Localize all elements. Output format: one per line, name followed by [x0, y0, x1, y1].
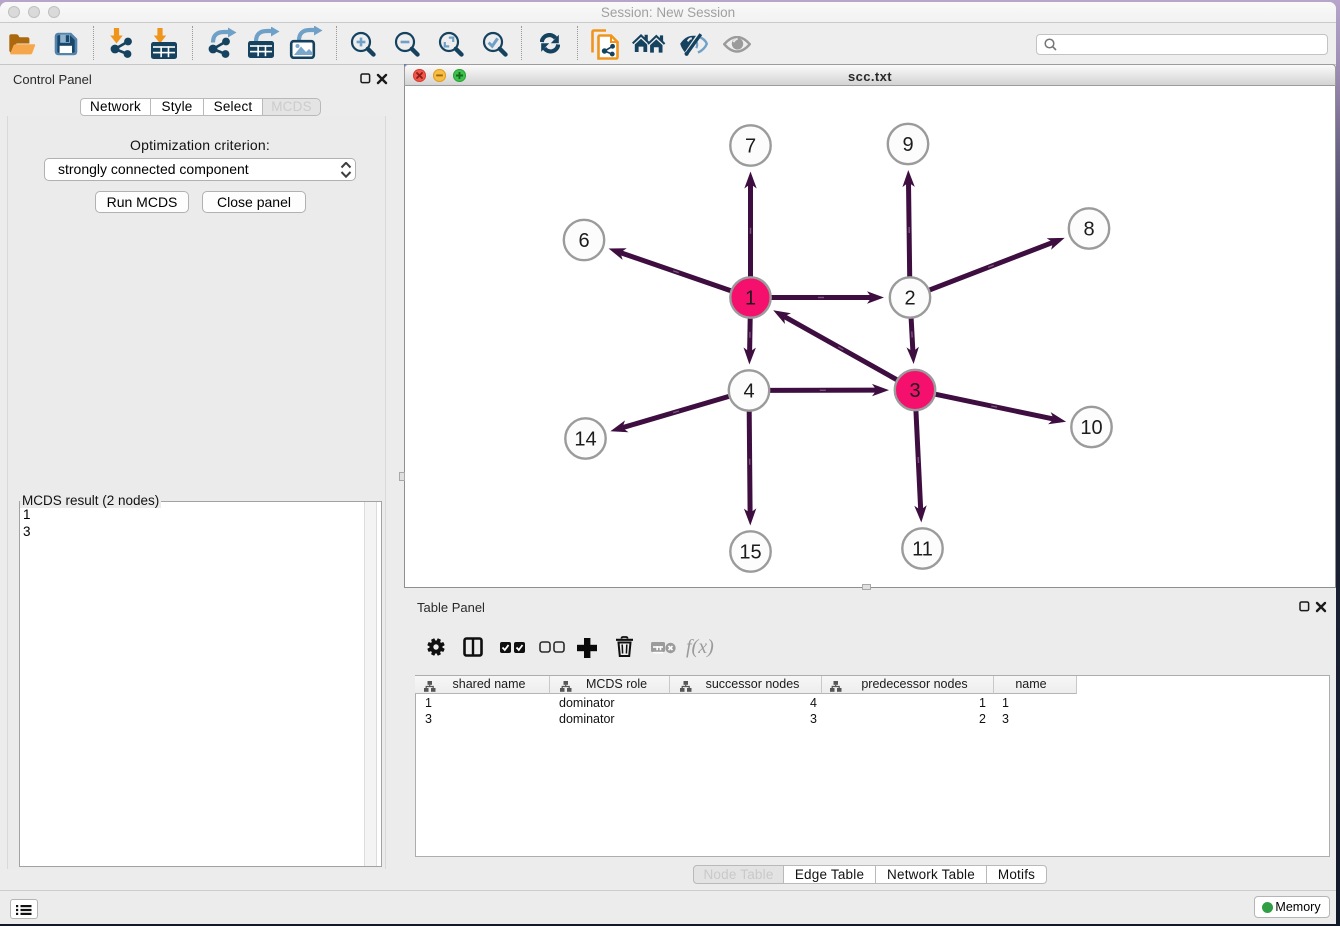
- svg-text:4: 4: [743, 381, 754, 403]
- svg-text:6: 6: [578, 230, 589, 252]
- svg-text:3: 3: [909, 380, 920, 402]
- svg-text:9: 9: [902, 134, 913, 156]
- svg-text:2: 2: [904, 288, 915, 310]
- svg-text:1: 1: [745, 288, 756, 310]
- svg-text:11: 11: [912, 539, 933, 561]
- svg-text:8: 8: [1083, 219, 1094, 241]
- svg-text:14: 14: [574, 429, 596, 451]
- svg-text:15: 15: [739, 542, 761, 564]
- svg-text:10: 10: [1080, 417, 1102, 439]
- svg-text:7: 7: [745, 136, 756, 158]
